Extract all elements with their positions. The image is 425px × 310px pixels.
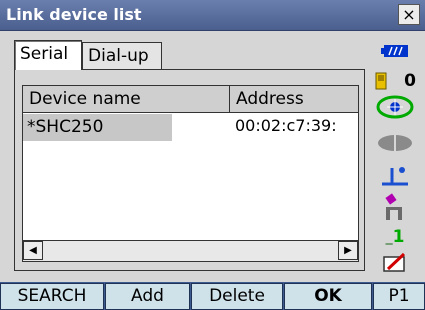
device-list: Device name Address *SHC250 00:02:c7:39:… bbox=[22, 85, 359, 262]
memory-status: 0 bbox=[365, 70, 425, 92]
memory-card-icon bbox=[375, 72, 387, 90]
edit-pencil-icon[interactable] bbox=[365, 250, 425, 276]
delete-button[interactable]: Delete bbox=[191, 283, 283, 310]
tilt-icon bbox=[365, 160, 425, 190]
tab-dial-up-label: Dial-up bbox=[88, 46, 149, 66]
input-mode-underscore-icon: _ bbox=[385, 229, 393, 245]
scroll-left-button[interactable]: ◀ bbox=[23, 241, 43, 260]
battery-icon bbox=[365, 40, 425, 62]
page-p1-button[interactable]: P1 bbox=[373, 283, 425, 310]
horizontal-scrollbar[interactable]: ◀ ▶ bbox=[23, 240, 358, 261]
window-title: Link device list bbox=[6, 5, 142, 24]
station-icon bbox=[365, 192, 425, 222]
device-name-cell[interactable]: *SHC250 bbox=[23, 114, 172, 141]
close-icon: × bbox=[402, 5, 416, 24]
scroll-left-arrow-icon: ◀ bbox=[29, 245, 37, 256]
tab-serial-label: Serial bbox=[20, 44, 69, 64]
target-icon bbox=[365, 94, 425, 120]
search-button[interactable]: SEARCH bbox=[0, 283, 104, 310]
ok-button[interactable]: OK bbox=[284, 283, 372, 310]
scroll-right-button[interactable]: ▶ bbox=[338, 241, 358, 260]
add-button[interactable]: Add bbox=[105, 283, 190, 310]
close-button[interactable]: × bbox=[398, 4, 420, 25]
device-address-cell[interactable]: 00:02:c7:39: bbox=[235, 115, 337, 137]
tab-dial-up[interactable]: Dial-up bbox=[82, 42, 162, 70]
scroll-right-arrow-icon: ▶ bbox=[344, 245, 352, 256]
status-sidebar: 0 _ 1 bbox=[365, 30, 425, 280]
screen: Link device list × Serial Dial-up Device… bbox=[0, 0, 425, 310]
input-mode-indicator: _ 1 bbox=[365, 224, 425, 250]
memory-count: 0 bbox=[404, 71, 416, 91]
column-header-device-name[interactable]: Device name bbox=[23, 86, 230, 113]
input-mode-value: 1 bbox=[392, 227, 405, 247]
column-header-address[interactable]: Address bbox=[230, 86, 358, 113]
tab-serial[interactable]: Serial bbox=[14, 40, 82, 70]
title-bar: Link device list × bbox=[0, 0, 425, 31]
laser-icon bbox=[365, 130, 425, 156]
